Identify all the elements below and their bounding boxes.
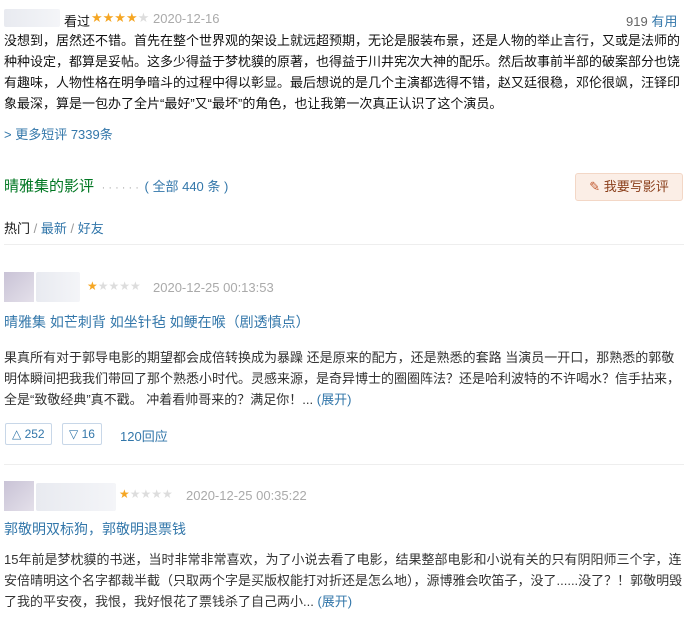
reviews-section-header: 晴雅集的影评 · · · · · · ( 全部 440 条 ): [4, 175, 228, 196]
rating-stars: ★★★★★: [91, 10, 149, 26]
review-title-link[interactable]: 晴雅集 如芒刺背 如坐针毡 如鲠在喉（剧透慎点）: [4, 312, 310, 332]
downvote-button[interactable]: ▽ 16: [62, 423, 102, 445]
star-empty-icon: ★★★★: [129, 487, 173, 501]
review-excerpt: 果真所有对于郭导电影的期望都会成倍转换成为暴躁 还是原来的配方，还是熟悉的套路 …: [4, 350, 681, 407]
all-reviews-link[interactable]: ( 全部 440 条 ): [145, 179, 229, 194]
star-icon: ★: [87, 279, 98, 293]
star-empty-icon: ★★★★: [97, 279, 141, 293]
review-excerpt: 15年前是梦枕貘的书迷，当时非常非常喜欢，为了小说去看了电影，结果整部电影和小说…: [4, 552, 683, 609]
watch-status: 看过: [64, 14, 91, 29]
username-blurred[interactable]: [4, 9, 60, 27]
expand-link[interactable]: (展开): [317, 594, 352, 609]
sort-tab-friends[interactable]: 好友: [78, 221, 104, 236]
sort-tab-hot[interactable]: 热门: [4, 221, 30, 236]
expand-link[interactable]: (展开): [317, 392, 352, 407]
review-date: 2020-12-25 00:13:53: [153, 280, 274, 295]
replies-link[interactable]: 120回应: [120, 426, 168, 445]
review-date: 2020-12-16: [153, 11, 220, 26]
triangle-up-icon: △: [12, 427, 22, 441]
rating-stars: ★★★★★: [119, 487, 173, 501]
sort-tab-latest[interactable]: 最新: [41, 221, 67, 236]
short-review-text: 没想到，居然还不错。首先在整个世界观的架设上就远超预期，无论是服装布景，还是人物…: [4, 33, 681, 111]
useful-count: 919 有用: [626, 14, 678, 29]
write-review-button[interactable]: ✎ 我要写影评: [575, 173, 683, 201]
upvote-button[interactable]: △ 252: [5, 423, 52, 445]
section-dots: · · · · · ·: [101, 182, 139, 194]
avatar[interactable]: [4, 272, 34, 302]
rating-stars: ★★★★★: [87, 279, 141, 293]
divider: [4, 244, 684, 245]
review-title-link[interactable]: 郭敬明双标狗，郭敬明退票钱: [4, 519, 186, 539]
more-short-reviews-link[interactable]: > 更多短评 7339条: [4, 124, 113, 143]
useful-vote-link[interactable]: 有用: [651, 14, 677, 29]
username-blurred[interactable]: [36, 483, 116, 511]
username-blurred[interactable]: [36, 272, 80, 302]
star-icon: ★★★★: [91, 10, 138, 25]
avatar[interactable]: [4, 481, 34, 511]
review-date: 2020-12-25 00:35:22: [186, 488, 307, 503]
star-empty-icon: ★: [137, 10, 150, 25]
pencil-icon: ✎: [589, 179, 601, 194]
star-icon: ★: [119, 487, 130, 501]
triangle-down-icon: ▽: [69, 427, 79, 441]
section-title: 晴雅集的影评: [4, 178, 95, 195]
divider: [4, 464, 684, 465]
sort-tabs: 热门 / 最新 / 好友: [4, 221, 104, 236]
